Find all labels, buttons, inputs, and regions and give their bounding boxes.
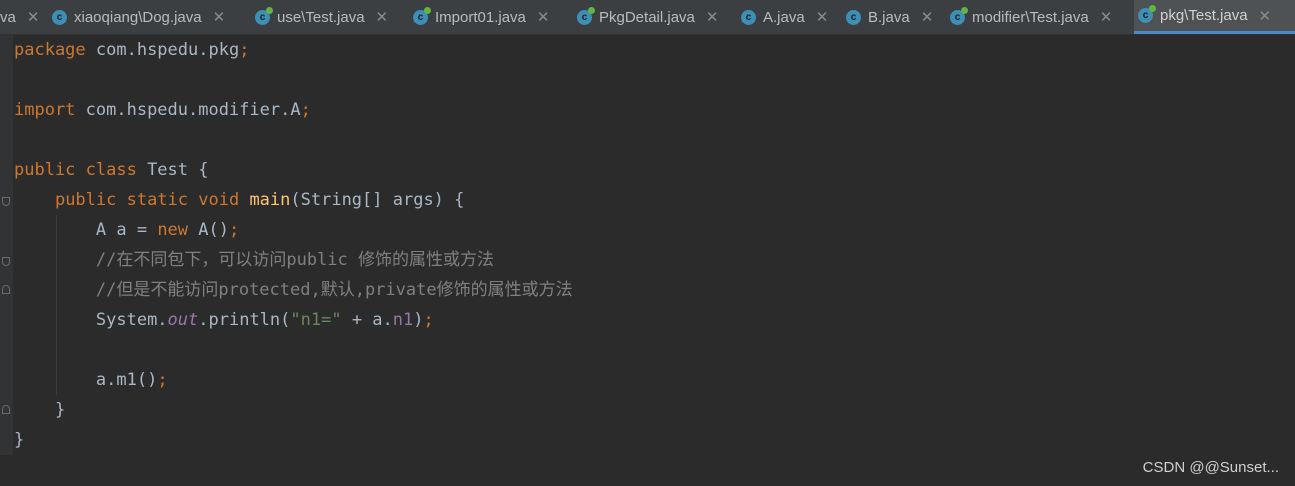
- tab-xiaoqiang-dog[interactable]: c xiaoqiang\Dog.java ✕: [48, 0, 247, 34]
- editor-tab-bar: va ✕ c xiaoqiang\Dog.java ✕ c use\Test.j…: [0, 0, 1295, 35]
- tab-partial[interactable]: va ✕: [0, 0, 44, 34]
- code-line: }: [14, 430, 25, 450]
- tab-use-test[interactable]: c use\Test.java ✕: [251, 0, 403, 34]
- tab-label: B.java: [868, 8, 910, 26]
- code-line: A a = new A();: [95, 220, 240, 240]
- tab-label: A.java: [763, 8, 805, 26]
- java-runnable-class-icon: c: [413, 6, 431, 25]
- code-editor[interactable]: package com.hspedu.pkg; import com.hsped…: [0, 35, 1295, 455]
- tab-label: PkgDetail.java: [599, 8, 695, 26]
- tab-a[interactable]: c A.java ✕: [737, 0, 841, 34]
- close-icon[interactable]: ✕: [1259, 7, 1272, 25]
- code-line: public class Test {: [14, 160, 209, 180]
- code-line: System.out.println("n1=" + a.n1);: [95, 310, 434, 330]
- tab-label: modifier\Test.java: [972, 8, 1089, 26]
- close-icon[interactable]: ✕: [816, 8, 829, 26]
- close-icon[interactable]: ✕: [213, 8, 226, 26]
- java-class-icon: c: [52, 9, 67, 25]
- tab-import01[interactable]: c Import01.java ✕: [409, 0, 572, 34]
- tab-pkg-test[interactable]: c pkg\Test.java ✕: [1134, 0, 1295, 34]
- java-runnable-class-icon: c: [1138, 5, 1156, 23]
- bottom-strip: CSDN @@Sunset...: [0, 455, 1295, 486]
- code-line: import com.hspedu.modifier.A;: [14, 100, 311, 120]
- code-line: a.m1();: [95, 370, 168, 390]
- tab-label: pkg\Test.java: [1160, 7, 1248, 24]
- editor-gutter: [0, 35, 13, 455]
- tab-label: va: [0, 8, 16, 26]
- code-line: }: [54, 400, 66, 420]
- close-icon[interactable]: ✕: [27, 8, 40, 26]
- close-icon[interactable]: ✕: [537, 8, 550, 26]
- close-icon[interactable]: ✕: [1100, 8, 1113, 26]
- close-icon[interactable]: ✕: [921, 8, 934, 26]
- close-icon[interactable]: ✕: [376, 8, 389, 26]
- fold-marker-icon[interactable]: [2, 197, 10, 206]
- tab-b[interactable]: c B.java ✕: [842, 0, 946, 34]
- tab-label: xiaoqiang\Dog.java: [74, 8, 202, 26]
- code-comment-line: //在不同包下，可以访问public 修饰的属性或方法: [95, 250, 495, 270]
- code-line: public static void main(String[] args) {: [54, 190, 465, 210]
- code-comment-line: //但是不能访问protected,默认,private修饰的属性或方法: [95, 280, 573, 300]
- tab-label: use\Test.java: [277, 8, 365, 26]
- tab-modifier-test[interactable]: c modifier\Test.java ✕: [946, 0, 1136, 34]
- tab-label: Import01.java: [435, 8, 526, 26]
- java-class-icon: c: [741, 9, 756, 25]
- fold-marker-icon[interactable]: [2, 257, 10, 266]
- watermark-text: CSDN @@Sunset...: [1142, 459, 1279, 476]
- tab-pkgdetail[interactable]: c PkgDetail.java ✕: [573, 0, 733, 34]
- code-line: package com.hspedu.pkg;: [14, 40, 250, 60]
- java-runnable-class-icon: c: [255, 6, 273, 25]
- java-runnable-class-icon: c: [950, 6, 968, 25]
- java-runnable-class-icon: c: [577, 6, 595, 25]
- fold-marker-icon[interactable]: [2, 405, 10, 414]
- close-icon[interactable]: ✕: [706, 8, 719, 26]
- java-class-icon: c: [846, 9, 861, 25]
- fold-marker-icon[interactable]: [2, 285, 10, 294]
